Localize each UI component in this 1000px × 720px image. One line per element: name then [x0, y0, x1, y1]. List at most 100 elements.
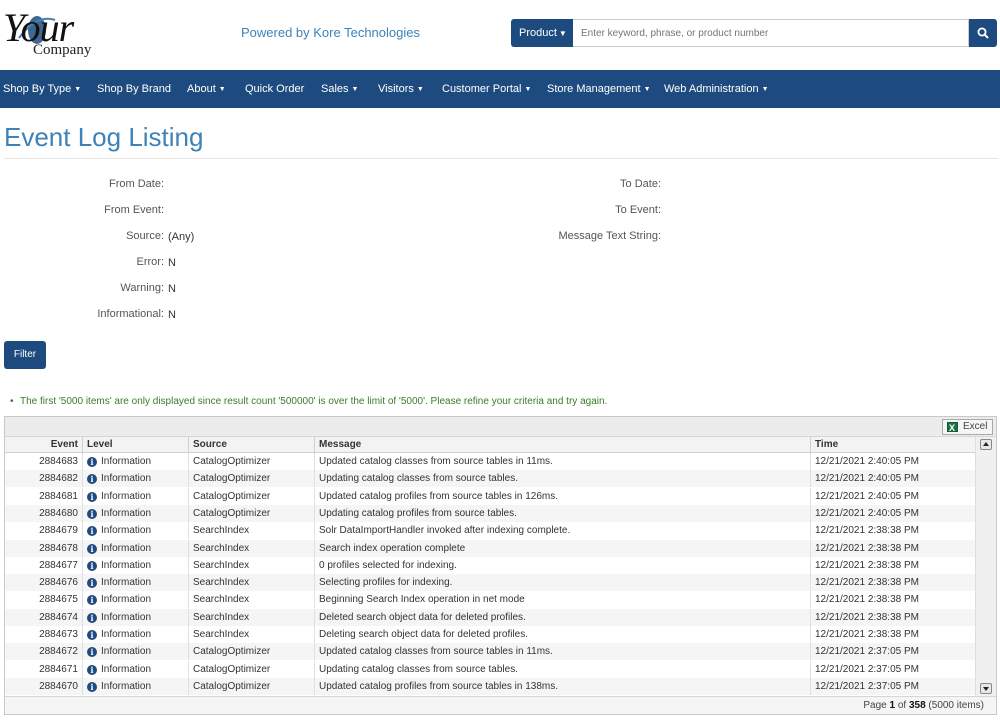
- table-row[interactable]: 2884675 i Information SearchIndex Beginning …: [5, 591, 975, 609]
- info-icon: i: [87, 664, 97, 675]
- nav-label: Quick Order: [245, 83, 305, 95]
- scroll-down-icon[interactable]: [980, 683, 992, 694]
- cell-level: i Information: [82, 539, 188, 557]
- cell-level: i Information: [82, 574, 188, 592]
- table-row[interactable]: 2884679 i Information SearchIndex Solr DataI…: [5, 522, 975, 540]
- nav-about[interactable]: About ▼: [187, 70, 226, 108]
- cell-level: i Information: [82, 522, 188, 540]
- event-log-grid: Excel Event Level Source Message Time 28…: [4, 416, 997, 715]
- column-header-source[interactable]: Source: [188, 437, 314, 453]
- table-row[interactable]: 2884676 i Information SearchIndex Selecting …: [5, 574, 975, 592]
- source-value[interactable]: (Any): [168, 231, 194, 243]
- info-icon: i: [87, 612, 97, 623]
- table-row[interactable]: 2884682 i Information CatalogOptimizer Updat…: [5, 470, 975, 488]
- nav-shop-by-type[interactable]: Shop By Type ▼: [3, 70, 81, 108]
- info-icon: i: [87, 543, 97, 554]
- search-icon: [977, 27, 989, 39]
- level-text: Information: [101, 525, 152, 537]
- company-logo[interactable]: Your Company: [3, 8, 113, 62]
- cell-source: SearchIndex: [188, 626, 314, 643]
- cell-source: SearchIndex: [188, 591, 314, 609]
- cell-event: 2884678: [39, 542, 78, 554]
- cell-time: 12/21/2021 2:40:05 PM: [810, 487, 975, 505]
- cell-event: 2884676: [39, 577, 78, 589]
- table-row[interactable]: 2884671 i Information CatalogOptimizer Updat…: [5, 660, 975, 678]
- grid-toolbar: Excel: [5, 417, 996, 437]
- main-nav: Shop By Type ▼ Shop By Brand About ▼ Quick…: [0, 70, 1000, 108]
- table-row[interactable]: 2884673 i Information SearchIndex Deleting s…: [5, 626, 975, 643]
- nav-web-administration[interactable]: Web Administration ▼: [664, 70, 769, 108]
- info-icon: i: [87, 647, 97, 658]
- level-text: Information: [101, 507, 152, 519]
- column-header-message[interactable]: Message: [314, 437, 810, 453]
- nav-sales[interactable]: Sales ▼: [321, 70, 358, 108]
- cell-level: i Information: [82, 643, 188, 661]
- error-value[interactable]: N: [168, 257, 176, 269]
- nav-shop-by-brand[interactable]: Shop By Brand: [97, 70, 171, 108]
- search-input[interactable]: [573, 19, 969, 47]
- informational-value[interactable]: N: [168, 309, 176, 321]
- cell-message: Updated catalog classes from source tabl…: [314, 643, 810, 661]
- cell-source: SearchIndex: [188, 539, 314, 557]
- caret-down-icon: ▼: [351, 86, 359, 93]
- column-header-time[interactable]: Time: [810, 437, 975, 453]
- from-event-label: From Event:: [104, 204, 164, 216]
- cell-event: 2884681: [39, 490, 78, 502]
- caret-down-icon: ▼: [524, 86, 532, 93]
- excel-export-button[interactable]: Excel: [942, 419, 993, 435]
- cell-message: Updated catalog profiles from source tab…: [314, 487, 810, 505]
- cell-level: i Information: [82, 470, 188, 488]
- info-icon: i: [87, 681, 97, 692]
- info-icon: i: [87, 508, 97, 519]
- scroll-up-icon[interactable]: [980, 439, 992, 450]
- vertical-scrollbar[interactable]: [975, 437, 996, 696]
- cell-source: CatalogOptimizer: [188, 643, 314, 661]
- table-row[interactable]: 2884677 i Information SearchIndex 0 profiles…: [5, 556, 975, 574]
- search-button[interactable]: [969, 19, 997, 47]
- table-row[interactable]: 2884674 i Information SearchIndex Deleted se…: [5, 608, 975, 626]
- filter-button[interactable]: Filter: [4, 341, 46, 369]
- nav-quick-order[interactable]: Quick Order: [245, 70, 304, 108]
- info-icon: i: [87, 474, 97, 485]
- search-scope-dropdown[interactable]: Product ▼: [511, 19, 573, 47]
- table-row[interactable]: 2884678 i Information SearchIndex Search ind…: [5, 539, 975, 557]
- nav-customer-portal[interactable]: Customer Portal ▼: [442, 70, 531, 108]
- cell-time: 12/21/2021 2:38:38 PM: [810, 608, 975, 626]
- nav-label: Web Administration: [664, 83, 759, 95]
- cell-event: 2884670: [39, 680, 78, 692]
- info-icon: i: [87, 560, 97, 571]
- cell-event: 2884683: [39, 456, 78, 467]
- column-header-level[interactable]: Level: [82, 437, 188, 453]
- nav-label: Sales: [321, 83, 349, 95]
- cell-source: CatalogOptimizer: [188, 504, 314, 522]
- cell-event: 2884671: [39, 663, 78, 675]
- to-date-label: To Date:: [620, 178, 661, 190]
- table-row[interactable]: 2884681 i Information CatalogOptimizer Updat…: [5, 487, 975, 505]
- logo-text-company: Company: [33, 42, 92, 58]
- error-label: Error:: [136, 256, 165, 268]
- cell-source: CatalogOptimizer: [188, 660, 314, 678]
- table-row[interactable]: 2884683 i Information CatalogOptimizer Updat…: [5, 453, 975, 470]
- level-text: Information: [101, 542, 152, 554]
- nav-label: About: [187, 83, 216, 95]
- nav-label: Visitors: [378, 83, 414, 95]
- pager-of: of: [897, 700, 907, 711]
- cell-time: 12/21/2021 2:38:38 PM: [810, 574, 975, 592]
- column-header-event[interactable]: Event: [5, 437, 82, 453]
- cell-event: 2884673: [39, 629, 78, 640]
- to-event-label: To Event:: [615, 204, 661, 216]
- cell-time: 12/21/2021 2:38:38 PM: [810, 556, 975, 574]
- nav-store-management[interactable]: Store Management ▼: [547, 70, 651, 108]
- cell-source: CatalogOptimizer: [188, 470, 314, 488]
- excel-label: Excel: [963, 421, 988, 432]
- table-row[interactable]: 2884680 i Information CatalogOptimizer Updat…: [5, 504, 975, 522]
- level-text: Information: [101, 456, 152, 467]
- table-row[interactable]: 2884672 i Information CatalogOptimizer Updat…: [5, 643, 975, 661]
- nav-visitors[interactable]: Visitors ▼: [378, 70, 424, 108]
- cell-time: 12/21/2021 2:37:05 PM: [810, 643, 975, 661]
- message-text-label: Message Text String:: [558, 230, 661, 242]
- table-row[interactable]: 2884670 i Information CatalogOptimizer Updat…: [5, 677, 975, 695]
- info-icon: i: [87, 630, 97, 640]
- warning-value[interactable]: N: [168, 283, 176, 295]
- info-icon: i: [87, 595, 97, 606]
